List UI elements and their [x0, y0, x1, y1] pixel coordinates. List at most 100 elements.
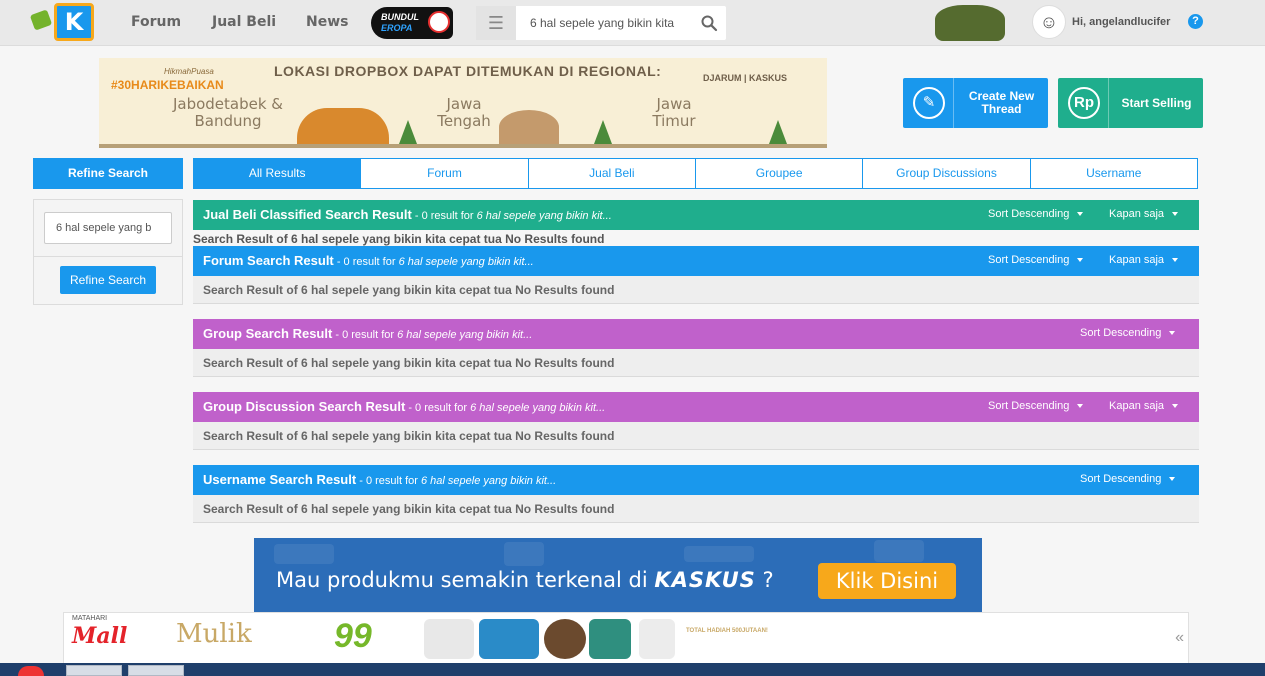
refine-search-button[interactable]: Refine Search: [60, 266, 156, 294]
kaskus-k-icon: K: [54, 3, 94, 41]
help-icon[interactable]: ?: [1188, 14, 1203, 29]
section-title-text: Group Search Result: [203, 326, 333, 341]
os-taskbar: [0, 663, 1265, 676]
search-input[interactable]: [517, 6, 687, 40]
time-label: Kapan saja: [1109, 254, 1165, 266]
time-label: Kapan saja: [1109, 208, 1165, 220]
refine-search-panel: Refine Search: [33, 199, 183, 305]
avatar[interactable]: ☺: [1032, 5, 1066, 39]
ad-suffix: ?: [762, 568, 774, 592]
sort-dropdown[interactable]: Sort Descending: [1080, 473, 1176, 485]
ad-decoration: [684, 546, 754, 562]
result-count: - 0 result for: [405, 402, 471, 414]
group-result-header: Group Search Result - 0 result for 6 hal…: [193, 319, 1199, 349]
caret-down-icon: [1172, 404, 1179, 409]
tab-all-results[interactable]: All Results: [193, 158, 362, 189]
banner-title: LOKASI DROPBOX DAPAT DITEMUKAN DI REGION…: [274, 63, 662, 79]
ad-total-prize: TOTAL HADIAH 500JUTAAN!: [686, 628, 768, 634]
caret-down-icon: [1169, 331, 1176, 336]
tab-jual-beli[interactable]: Jual Beli: [528, 158, 696, 189]
tree-illustration: [594, 120, 612, 144]
ad-text: Mau produkmu semakin terkenal di: [276, 568, 648, 592]
result-query: 6 hal sepele yang bikin kit...: [470, 402, 606, 414]
tab-username[interactable]: Username: [1030, 158, 1198, 189]
palace-illustration: [297, 108, 389, 144]
sort-dropdown[interactable]: Sort Descending: [1080, 327, 1176, 339]
create-new-thread-button[interactable]: ✎ Create New Thread: [903, 78, 1048, 128]
nav-jual-beli[interactable]: Jual Beli: [212, 14, 276, 30]
banner-ground: [99, 144, 827, 148]
sort-dropdown[interactable]: Sort Descending: [988, 208, 1084, 220]
banner-region-line: Bandung: [194, 112, 262, 130]
jual-beli-result-header: Jual Beli Classified Search Result - 0 r…: [193, 200, 1199, 230]
community-badge-icon[interactable]: [935, 5, 1005, 41]
caret-down-icon: [1077, 212, 1084, 217]
button-divider: [1108, 78, 1109, 128]
tab-group-discussions[interactable]: Group Discussions: [863, 158, 1031, 189]
taskbar-item[interactable]: [66, 665, 122, 676]
group-discussion-result-header: Group Discussion Search Result - 0 resul…: [193, 392, 1199, 422]
create-thread-label: Create New Thread: [968, 89, 1035, 116]
result-count: - 0 result for: [332, 329, 398, 341]
user-greeting[interactable]: Hi, angelandlucifer: [1072, 16, 1170, 28]
sort-label: Sort Descending: [988, 400, 1070, 412]
search-icon[interactable]: [700, 14, 718, 32]
section-title-text: Forum Search Result: [203, 253, 334, 268]
kaskus-ad-banner[interactable]: Mau produkmu semakin terkenal di KASKUS …: [254, 538, 982, 614]
caret-down-icon: [1172, 212, 1179, 217]
klik-disini-button[interactable]: Klik Disini: [818, 563, 956, 599]
ad-brand-small: MATAHARI: [72, 615, 108, 622]
banner-hashtag: #30HARIKEBAIKAN: [111, 78, 224, 92]
result-query: 6 hal sepele yang bikin kit...: [420, 475, 557, 487]
rupiah-icon: Rp: [1068, 87, 1100, 119]
result-query: 6 hal sepele yang bikin kit...: [397, 329, 533, 341]
section-title-text: Username Search Result: [203, 472, 357, 487]
banner-sponsor: DJARUM | KASKUS: [703, 73, 788, 83]
nav-forum[interactable]: Forum: [131, 14, 181, 30]
tab-groupee[interactable]: Groupee: [695, 158, 864, 189]
browser-taskbar-icon[interactable]: [18, 666, 44, 676]
perfume-icon: [589, 619, 631, 659]
result-query: 6 hal sepele yang bikin kit...: [398, 256, 534, 268]
bundul-eropa-logo[interactable]: BUNDUL EROPA: [371, 7, 453, 39]
matahari-mall-sticky-ad[interactable]: MATAHARI Mall Mulik 99 TOTAL HADIAH 500J…: [63, 612, 1189, 664]
start-selling-label: Start Selling: [1121, 95, 1192, 110]
sort-dropdown[interactable]: Sort Descending: [988, 400, 1084, 412]
taskbar-item[interactable]: [128, 665, 184, 676]
sort-label: Sort Descending: [1080, 327, 1162, 339]
sort-label: Sort Descending: [988, 254, 1070, 266]
result-query: 6 hal sepele yang bikin kit...: [476, 210, 612, 222]
time-label: Kapan saja: [1109, 400, 1165, 412]
banner-region-line: Jawa: [656, 95, 692, 113]
banner-tag-small: HikmahPuasa: [164, 67, 214, 76]
nav-news[interactable]: News: [306, 14, 348, 30]
phone-icon: [639, 619, 675, 659]
banner-region-line: Timur: [652, 112, 696, 130]
hamburger-menu-icon[interactable]: ☰: [476, 6, 516, 40]
ad-tagline: Mulik: [176, 619, 252, 649]
tab-forum[interactable]: Forum: [361, 158, 529, 189]
hikmah-puasa-banner[interactable]: HikmahPuasa #30HARIKEBAIKAN LOKASI DROPB…: [99, 58, 827, 148]
banner-region-jateng: Jawa Tengah: [429, 96, 499, 130]
kaskus-mascot-icon: [29, 9, 53, 31]
kaskus-logo[interactable]: K: [29, 3, 104, 45]
section-title: Group Search Result - 0 result for 6 hal…: [203, 326, 532, 341]
collapse-chevron-icon[interactable]: «: [1175, 629, 1184, 647]
start-selling-button[interactable]: Rp Start Selling: [1058, 78, 1203, 128]
time-dropdown[interactable]: Kapan saja: [1109, 254, 1179, 266]
result-tabs: All Results Forum Jual Beli Groupee Grou…: [193, 158, 1198, 189]
ad-promo: 99: [334, 617, 372, 655]
time-dropdown[interactable]: Kapan saja: [1109, 208, 1179, 220]
scooter-icon: [479, 619, 539, 659]
time-dropdown[interactable]: Kapan saja: [1109, 400, 1179, 412]
sort-dropdown[interactable]: Sort Descending: [988, 254, 1084, 266]
ad-decoration: [874, 540, 924, 562]
ad-decoration: [274, 544, 334, 564]
caret-down-icon: [1169, 477, 1176, 482]
refine-search-input[interactable]: [44, 212, 172, 244]
refine-search-header: Refine Search: [33, 158, 183, 189]
top-navbar: K Forum Jual Beli News BUNDUL EROPA ☰ ☺ …: [0, 0, 1265, 46]
ad-brand: KASKUS: [654, 568, 756, 592]
caret-down-icon: [1172, 258, 1179, 263]
temple-illustration: [499, 110, 559, 144]
